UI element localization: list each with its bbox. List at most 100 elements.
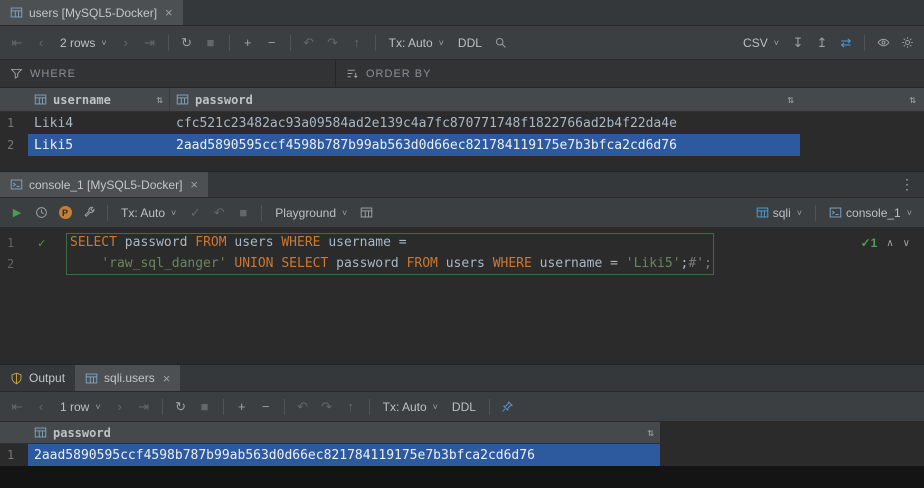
view-options-button[interactable] (872, 32, 894, 54)
sort-toggle-icon[interactable]: ⇅ (787, 93, 794, 106)
execute-button[interactable]: ▶ (6, 202, 28, 224)
success-count-badge: ✓1 (861, 236, 878, 250)
stop-button[interactable]: ■ (194, 396, 216, 418)
order-by-input[interactable]: ORDER BY (336, 60, 924, 87)
close-icon[interactable]: × (163, 371, 171, 386)
transpose-button[interactable]: ⇄ (835, 32, 857, 54)
submit-button[interactable]: ↑ (340, 396, 362, 418)
result-row-selected[interactable]: 1 2aad5890595ccf4598b787b99ab563d0d66ec8… (0, 444, 660, 466)
kw-token: SELECT (70, 235, 117, 250)
tab-console[interactable]: console_1 [MySQL5-Docker] × (0, 172, 208, 197)
column-header-username[interactable]: username ⇅ (28, 88, 170, 111)
search-button[interactable] (490, 32, 512, 54)
tab-result-grid[interactable]: sqli.users × (75, 365, 180, 391)
add-row-button[interactable]: + (231, 396, 253, 418)
console-settings-button[interactable] (78, 202, 100, 224)
row-number-header (0, 88, 28, 111)
where-filter-input[interactable]: WHERE (0, 60, 336, 87)
sql-editor[interactable]: 1 ✓ SELECT password FROM users WHERE use… (0, 228, 924, 330)
delete-row-button[interactable]: − (255, 396, 277, 418)
result-tabbar: Output sqli.users × (0, 365, 924, 392)
more-options-button[interactable]: ⋮ (890, 172, 924, 197)
console-tx-mode-dropdown[interactable]: Tx: Auto ˅ (115, 204, 182, 222)
column-password-label: password (53, 426, 111, 440)
column-header-password[interactable]: password ⇅ (170, 88, 800, 111)
import-data-button[interactable]: ↥ (811, 32, 833, 54)
ddl-button[interactable]: DDL (446, 398, 482, 416)
sort-lines-icon (346, 67, 359, 80)
column-icon (34, 426, 47, 439)
parameters-button[interactable]: P (54, 202, 76, 224)
schema-label: sqli (773, 206, 791, 220)
last-page-button[interactable]: ⇥ (139, 32, 161, 54)
chevron-down-icon: ˅ (101, 38, 106, 48)
sort-toggle-icon[interactable]: ⇅ (156, 93, 163, 106)
statement-success-icon: ✓ (38, 236, 45, 250)
tab-output[interactable]: Output (0, 365, 75, 391)
console-icon (829, 206, 842, 219)
kw-token: UNION SELECT (234, 256, 328, 271)
stop-button[interactable]: ■ (200, 32, 222, 54)
commit-button[interactable]: ✓ (184, 202, 206, 224)
last-page-button[interactable]: ⇥ (133, 396, 155, 418)
refresh-button[interactable]: ↻ (170, 396, 192, 418)
first-page-button[interactable]: ⇤ (6, 32, 28, 54)
shield-icon (10, 372, 23, 385)
export-data-button[interactable]: ↧ (787, 32, 809, 54)
next-page-button[interactable]: › (109, 396, 131, 418)
delete-row-button[interactable]: − (261, 32, 283, 54)
history-button[interactable] (30, 202, 52, 224)
submit-button[interactable]: ↑ (346, 32, 368, 54)
rollback-button[interactable]: ↶ (208, 202, 230, 224)
tx-mode-dropdown[interactable]: Tx: Auto ˅ (377, 398, 444, 416)
page-size-dropdown[interactable]: 1 row ˅ (54, 398, 107, 416)
cell-password[interactable]: 2aad5890595ccf4598b787b99ab563d0d66ec821… (170, 134, 800, 156)
playground-mode-dropdown[interactable]: Playground ˅ (269, 204, 353, 222)
refresh-button[interactable]: ↻ (176, 32, 198, 54)
panel-splitter[interactable] (0, 330, 924, 365)
table-icon (85, 372, 98, 385)
pin-tab-button[interactable] (497, 396, 519, 418)
console-dropdown[interactable]: console_1 ˅ (823, 204, 918, 222)
stop-query-button[interactable]: ■ (232, 202, 254, 224)
result-grid-empty-area (0, 466, 924, 488)
column-username-label: username (53, 93, 111, 107)
settings-button[interactable] (896, 32, 918, 54)
cell-password[interactable]: cfc521c23482ac93a09584ad2e139c4a7fc87077… (170, 112, 800, 134)
export-format-dropdown[interactable]: CSV ˅ (737, 34, 785, 52)
output-layout-button[interactable] (355, 202, 377, 224)
column-header-password[interactable]: password ⇅ (28, 422, 660, 443)
redo-button[interactable]: ↷ (316, 396, 338, 418)
revert-button[interactable]: ↶ (298, 32, 320, 54)
datagrip-window: users [MySQL5-Docker] × ⇤ ‹ 2 rows ˅ › ⇥… (0, 0, 924, 488)
sort-toggle-icon[interactable]: ⇅ (647, 426, 654, 439)
column-icon (176, 93, 189, 106)
ddl-button[interactable]: DDL (452, 34, 488, 52)
add-row-button[interactable]: + (237, 32, 259, 54)
first-page-button[interactable]: ⇤ (6, 396, 28, 418)
panel-splitter[interactable] (0, 156, 924, 172)
schema-dropdown[interactable]: sqli ˅ (750, 204, 808, 222)
page-size-dropdown[interactable]: 2 rows ˅ (54, 34, 113, 52)
cell-username[interactable]: Liki5 (28, 134, 170, 156)
chevron-down-icon: ˅ (433, 402, 438, 412)
revert-button[interactable]: ↶ (292, 396, 314, 418)
table-row[interactable]: 1 Liki4 cfc521c23482ac93a09584ad2e139c4a… (0, 112, 924, 134)
previous-page-button[interactable]: ‹ (30, 32, 52, 54)
tx-mode-dropdown[interactable]: Tx: Auto ˅ (383, 34, 450, 52)
cell-password[interactable]: 2aad5890595ccf4598b787b99ab563d0d66ec821… (28, 444, 660, 466)
cell-username[interactable]: Liki4 (28, 112, 170, 134)
previous-page-button[interactable]: ‹ (30, 396, 52, 418)
redo-button[interactable]: ↷ (322, 32, 344, 54)
grid-header-row: username ⇅ password ⇅ ⇅ (0, 88, 924, 112)
close-icon[interactable]: × (165, 5, 173, 20)
next-result-button[interactable]: ∨ (903, 238, 910, 249)
previous-result-button[interactable]: ∧ (886, 238, 893, 249)
close-icon[interactable]: × (190, 177, 198, 192)
sort-toggle-icon[interactable]: ⇅ (909, 93, 916, 106)
tab-console-label: console_1 [MySQL5-Docker] (29, 178, 182, 192)
table-row-selected[interactable]: 2 Liki5 2aad5890595ccf4598b787b99ab563d0… (0, 134, 924, 156)
tab-users-grid[interactable]: users [MySQL5-Docker] × (0, 0, 183, 25)
data-grid-toolbar: ⇤ ‹ 2 rows ˅ › ⇥ ↻ ■ + − ↶ ↷ ↑ Tx: Auto … (0, 26, 924, 60)
next-page-button[interactable]: › (115, 32, 137, 54)
